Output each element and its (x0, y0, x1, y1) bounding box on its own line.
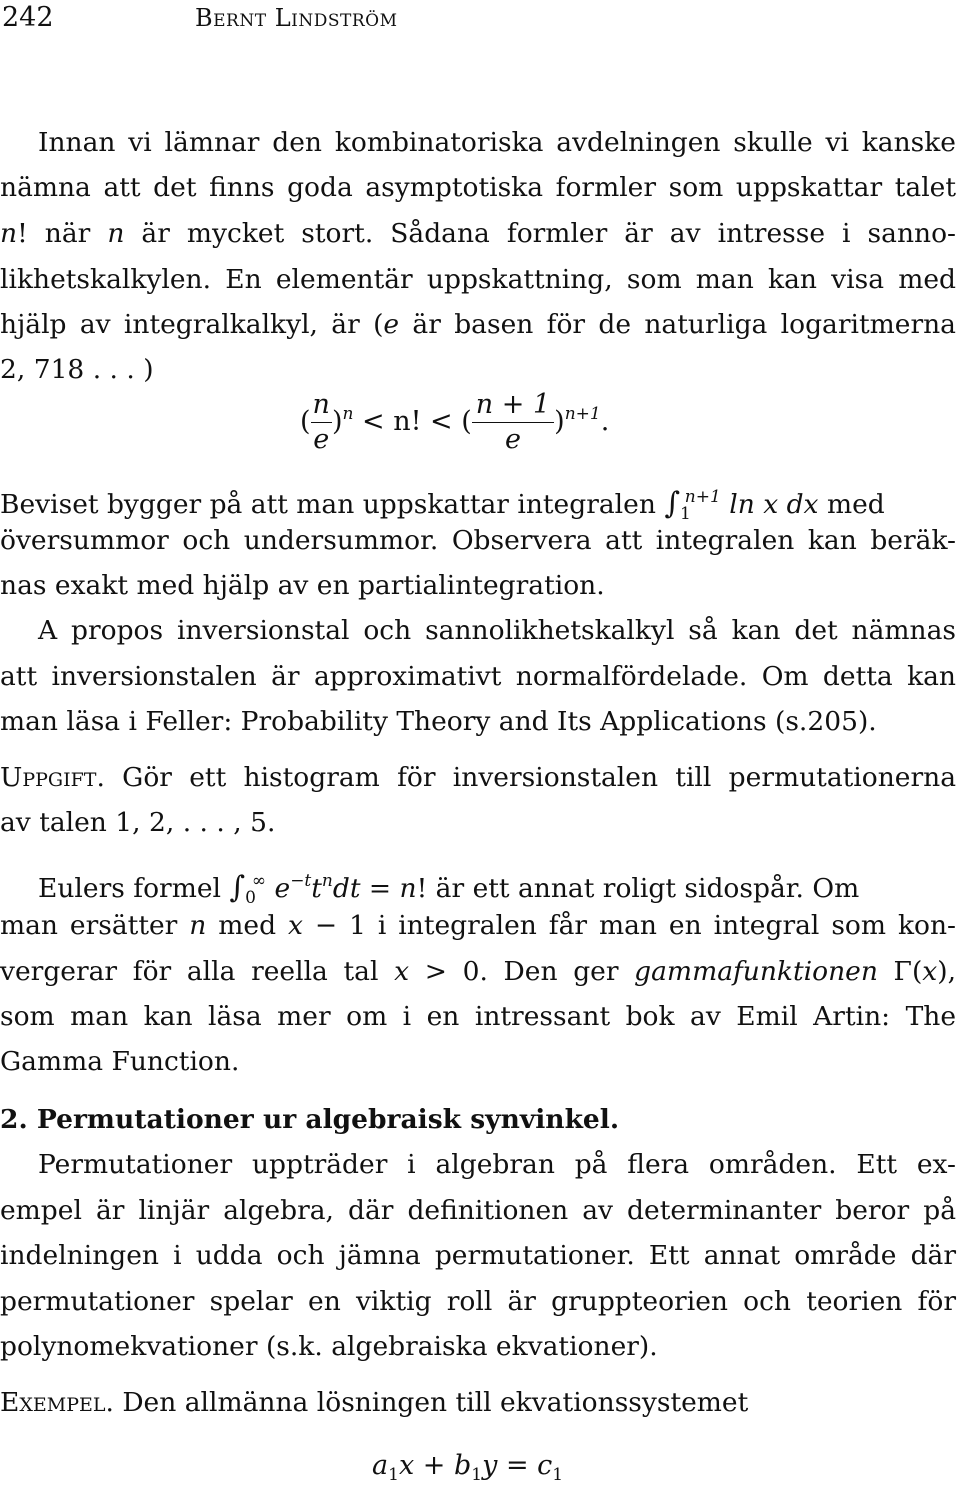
text-line: man ersätter n med x − 1 i integralen få… (0, 911, 956, 941)
text-line: indelningen i udda och jämna permutation… (0, 1240, 956, 1271)
text-line: Eulers formel ∫0∞ e−ttndt = n! är ett an… (0, 866, 956, 913)
text-line: man läsa i Feller: Probability Theory an… (0, 706, 877, 737)
numerator: n (310, 388, 332, 423)
text-span: vergerar för alla reella tal (0, 956, 395, 987)
math-n: n (107, 218, 125, 249)
math-n: n (189, 910, 207, 941)
fraction-n-over-e: ne (310, 388, 332, 457)
math-n: n (0, 218, 18, 249)
formula-stirling-bounds: (n e)n < n! < (n + 1 e)n+1. (300, 388, 609, 457)
text-span: hjälp av integralkalkyl, är ( (0, 309, 384, 340)
math-e: e (274, 873, 291, 904)
text-line: nas exakt med hjälp av en partialintegra… (0, 570, 605, 601)
text-span: ! när (17, 218, 108, 249)
example-label: Exempel. (0, 1387, 114, 1418)
text-line: Permutationer uppträder i algebran på fl… (38, 1149, 956, 1180)
math-t: t (311, 873, 322, 904)
period: . (600, 406, 610, 437)
operator: = (497, 1450, 538, 1481)
text-line: Gamma Function. (0, 1046, 240, 1077)
integral-sign: ∫ (229, 870, 246, 905)
text-span: med (826, 489, 885, 520)
formula-middle: < n! < ( (353, 406, 472, 437)
math-x: x (394, 956, 410, 987)
text-line: polynomekvationer (s.k. algebraiska ekva… (0, 1331, 658, 1362)
page-number: 242 (2, 2, 54, 33)
paren: ) (554, 406, 565, 437)
paren: ) (331, 406, 343, 437)
text-span: ! är ett annat roligt sidospår. Om (416, 873, 860, 904)
numerator: n + 1 (471, 388, 555, 423)
text-line: likhetskalkylen. En elementär uppskattni… (0, 264, 956, 295)
section-heading: 2. Permutationer ur algebraisk synvinkel… (0, 1104, 620, 1135)
text-span: Beviset bygger på att man uppskattar int… (0, 489, 656, 520)
math-e: e (383, 309, 400, 340)
integral-upper-limit: ∞ (251, 871, 267, 891)
math-x: x (398, 1450, 415, 1481)
denominator: e (313, 424, 330, 455)
text-span: ), (937, 956, 956, 987)
integral-lower-limit: 0 (245, 888, 256, 908)
text-span: > 0. Den ger (409, 956, 635, 987)
text-line: 2, 718 . . . ) (0, 354, 154, 385)
text-line: av talen 1, 2, . . . , 5. (0, 807, 276, 838)
text-line: Innan vi lämnar den kombinatoriska avdel… (38, 127, 956, 158)
text-line: n! när n är mycket stort. Sådana formler… (0, 219, 956, 249)
math-c: c (537, 1450, 553, 1481)
math-dt-eq-n: dt = n (332, 873, 417, 904)
fraction-n-plus-1-over-e: n + 1e (471, 388, 555, 457)
text-span: är basen för de naturliga logaritmerna (399, 309, 956, 340)
text-line: permutationer spelar en viktig roll är g… (0, 1286, 956, 1317)
text-line: översummor och undersummor. Observera at… (0, 525, 956, 556)
text-line: Beviset bygger på att man uppskattar int… (0, 482, 956, 529)
exponent: n (321, 871, 333, 891)
integral-lower-limit: 1 (679, 504, 691, 524)
subscript: 1 (388, 1465, 399, 1485)
text-line: vergerar för alla reella tal x > 0. Den … (0, 957, 956, 987)
exponent: n (342, 404, 354, 424)
emphasis-gammafunktionen: gammafunktionen (634, 956, 878, 987)
math-x: x (922, 956, 938, 987)
text-line: som man kan läsa mer om i en intressant … (0, 1001, 956, 1032)
formula-linear-equation: a1x + b1y = c1 (372, 1450, 563, 1485)
text-line: empel är linjär algebra, där definitione… (0, 1195, 956, 1226)
integral-upper-limit: n+1 (684, 487, 721, 507)
subscript: 1 (471, 1465, 483, 1485)
text-span: man ersätter (0, 910, 190, 941)
integrand: ln x dx (729, 489, 819, 520)
text-span: Den allmänna lösningen till ekvationssys… (113, 1387, 749, 1418)
text-line: att inversionstalen är approximativt nor… (0, 661, 956, 692)
text-span: Γ( (877, 956, 923, 987)
math-x: x (288, 910, 303, 941)
text-line: Uppgift. Gör ett histogram för inversion… (0, 763, 956, 793)
operator: + (414, 1450, 454, 1481)
text-line: nämna att det finns goda asymptotiska fo… (0, 172, 956, 203)
denominator: e (504, 424, 521, 455)
text-span: Gör ett histogram för inversionstalen ti… (104, 762, 956, 793)
math-y: y (482, 1450, 498, 1481)
text-line: hjälp av integralkalkyl, är (e är basen … (0, 310, 956, 340)
text-span: Eulers formel (38, 873, 221, 904)
running-head: Bernt Lindström (195, 4, 398, 32)
subscript: 1 (552, 1465, 564, 1485)
integral-sign: ∫ (664, 486, 680, 521)
math-b: b (453, 1450, 472, 1481)
paren: ( (300, 406, 311, 437)
example-block: Exempel. Den allmänna lösningen till ekv… (0, 1388, 956, 1418)
page-header: 242 Bernt Lindström (0, 0, 960, 40)
text-span: är mycket stort. Sådana formler är av in… (124, 218, 956, 249)
math-a: a (372, 1450, 389, 1481)
text-span: med (206, 910, 289, 941)
exponent: −t (290, 871, 312, 891)
text-span: − 1 i integralen får man en integral som… (302, 910, 956, 941)
text-line: A propos inversionstal och sannolikhetsk… (38, 615, 956, 646)
exponent: n+1 (564, 404, 601, 424)
exercise-label: Uppgift. (0, 762, 105, 793)
